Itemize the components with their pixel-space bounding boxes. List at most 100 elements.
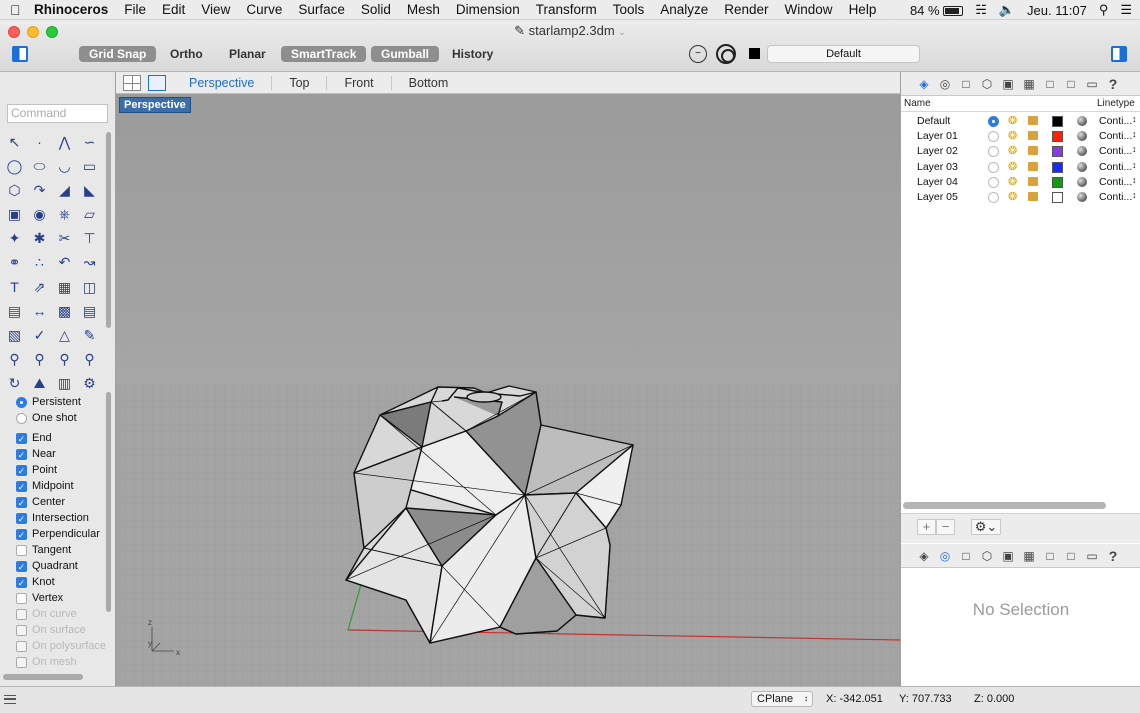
linetype-value[interactable]: Conti... xyxy=(1099,115,1132,127)
menu-mesh[interactable]: Mesh xyxy=(399,2,448,17)
osnap-quadrant-checkbox[interactable]: ✓ Quadrant xyxy=(16,558,108,574)
tool-palette-scrollbar[interactable] xyxy=(106,132,111,328)
array-icon[interactable]: ▦ xyxy=(52,275,77,299)
layout-tab-icon[interactable]: □ xyxy=(1041,547,1059,565)
help-tab-icon[interactable]: ? xyxy=(1104,547,1122,565)
menu-curve[interactable]: Curve xyxy=(238,2,290,17)
transform-icon[interactable]: ▤ xyxy=(77,299,102,323)
lightbulb-icon[interactable]: ❂ xyxy=(1008,160,1017,173)
osnap-point-checkbox[interactable]: ✓ Point xyxy=(16,462,108,478)
osnap-on-polysurface-checkbox[interactable]: On polysurface xyxy=(16,638,108,654)
join-icon[interactable]: ⚭ xyxy=(2,251,27,275)
layer-row[interactable]: Layer 05 ❂ Conti... ↕ xyxy=(901,190,1140,205)
cplane-selector[interactable]: CPlane ↕ xyxy=(751,691,813,707)
dimension-icon[interactable]: ↔ xyxy=(27,299,52,323)
monitor-tab-icon[interactable]: ▭ xyxy=(1083,75,1101,93)
ortho-toggle[interactable]: Ortho xyxy=(160,46,213,62)
radio-button[interactable] xyxy=(16,396,27,408)
planar-toggle[interactable]: Planar xyxy=(219,46,276,62)
zoom-icon[interactable]: ⚲ xyxy=(77,348,102,372)
linetype-column-header[interactable]: Linetype xyxy=(1097,98,1135,109)
volume-icon[interactable]: 🔈 xyxy=(999,2,1015,18)
help-tab-icon[interactable]: ? xyxy=(1104,75,1122,93)
layer-color-swatch[interactable] xyxy=(1052,131,1063,143)
chevron-down-icon[interactable]: ⌄ xyxy=(618,27,626,37)
lightbulb-icon[interactable]: ❂ xyxy=(1008,190,1017,203)
display-tab-icon[interactable]: ▦ xyxy=(1020,75,1038,93)
zoom-window-icon[interactable]: ⚲ xyxy=(2,348,27,372)
osnap-tangent-checkbox[interactable]: Tangent xyxy=(16,542,108,558)
osnap-on-mesh-checkbox[interactable]: On mesh xyxy=(16,654,108,670)
lock-icon[interactable] xyxy=(1028,146,1038,156)
osnap-toggle-icon[interactable]: − xyxy=(689,45,707,63)
menu-tools[interactable]: Tools xyxy=(605,2,653,17)
name-column-header[interactable]: Name xyxy=(904,98,931,109)
lock-icon[interactable] xyxy=(1028,192,1038,201)
tab-top[interactable]: Top xyxy=(271,75,326,90)
linetype-value[interactable]: Conti... xyxy=(1099,161,1132,173)
menu-transform[interactable]: Transform xyxy=(528,2,605,17)
current-layer-radio[interactable] xyxy=(988,192,999,203)
checkbox[interactable] xyxy=(16,608,27,620)
menu-solid[interactable]: Solid xyxy=(353,2,399,17)
polyline-icon[interactable]: ⋀ xyxy=(52,130,77,154)
tab-front[interactable]: Front xyxy=(326,75,390,90)
tab-perspective[interactable]: Perspective xyxy=(172,76,271,90)
persistent-radio[interactable]: Persistent xyxy=(16,394,108,410)
surface-from-points-icon[interactable]: ◢ xyxy=(52,178,77,202)
group-icon[interactable]: ∴ xyxy=(27,251,52,275)
display-tab-icon[interactable]: ▦ xyxy=(1020,547,1038,565)
material-sphere-icon[interactable] xyxy=(1077,146,1087,157)
grid-snap-toggle[interactable]: Grid Snap xyxy=(79,46,157,62)
checkbox[interactable]: ✓ xyxy=(16,464,27,476)
checkbox[interactable]: ✓ xyxy=(16,560,27,572)
menu-render[interactable]: Render xyxy=(716,2,776,17)
remove-layer-button[interactable]: − xyxy=(936,519,955,535)
lightbulb-icon[interactable]: ❂ xyxy=(1008,129,1017,142)
sphere-icon[interactable]: ◉ xyxy=(27,203,52,227)
scale-icon[interactable]: ⇗ xyxy=(27,275,52,299)
checkbox[interactable] xyxy=(16,544,27,556)
osnap-midpoint-checkbox[interactable]: ✓ Midpoint xyxy=(16,478,108,494)
offset-icon[interactable]: ↝ xyxy=(77,251,102,275)
app-menu[interactable]: Rhinoceros xyxy=(30,2,116,17)
osnap-end-checkbox[interactable]: ✓ End xyxy=(16,430,108,446)
linetype-value[interactable]: Conti... xyxy=(1099,176,1132,188)
stepper-icon[interactable]: ↕ xyxy=(1132,190,1137,200)
lightbulb-icon[interactable]: ❂ xyxy=(1008,144,1017,157)
menu-dimension[interactable]: Dimension xyxy=(448,2,528,17)
material-sphere-icon[interactable] xyxy=(1077,176,1087,187)
osnap-perpendicular-checkbox[interactable]: ✓ Perpendicular xyxy=(16,526,108,542)
fillet-curve-icon[interactable]: ↷ xyxy=(27,178,52,202)
target-icon[interactable] xyxy=(716,44,736,64)
check-icon[interactable]: ✓ xyxy=(27,324,52,348)
text-icon[interactable]: T xyxy=(2,275,27,299)
checkbox[interactable]: ✓ xyxy=(16,576,27,588)
spotlight-search-icon[interactable]: ⚲ xyxy=(1099,2,1109,18)
hamburger-menu-icon[interactable] xyxy=(4,695,16,704)
lock-icon[interactable] xyxy=(1028,131,1038,141)
osnap-on-curve-checkbox[interactable]: On curve xyxy=(16,606,108,622)
render-tab-icon[interactable]: □ xyxy=(1062,547,1080,565)
box-icon[interactable]: ▣ xyxy=(2,203,27,227)
split-icon[interactable]: ⊤ xyxy=(77,227,102,251)
left-horizontal-scrollbar[interactable] xyxy=(3,674,83,680)
select-icon[interactable]: ↖ xyxy=(2,130,27,154)
rotate-view-icon[interactable]: ↻ xyxy=(2,372,27,396)
checkbox[interactable] xyxy=(16,592,27,604)
layer-row[interactable]: Layer 04 ❂ Conti... ↕ xyxy=(901,175,1140,190)
cylinder-icon[interactable]: ⎈ xyxy=(52,203,77,227)
single-viewport-icon[interactable] xyxy=(148,74,166,91)
menu-surface[interactable]: Surface xyxy=(290,2,353,17)
ellipse-icon[interactable]: ⬭ xyxy=(27,154,52,178)
lightbulb-icon[interactable]: ❂ xyxy=(1008,175,1017,188)
stepper-icon[interactable]: ↕ xyxy=(1132,144,1137,154)
material-sphere-icon[interactable] xyxy=(1077,161,1087,172)
checkbox[interactable]: ✓ xyxy=(16,432,27,444)
mirror-icon[interactable]: ◫ xyxy=(77,275,102,299)
osnap-scrollbar[interactable] xyxy=(106,392,111,612)
linetype-value[interactable]: Conti... xyxy=(1099,130,1132,142)
four-viewports-icon[interactable] xyxy=(123,74,141,91)
current-layer-radio[interactable] xyxy=(988,116,999,127)
checkbox[interactable] xyxy=(16,624,27,636)
